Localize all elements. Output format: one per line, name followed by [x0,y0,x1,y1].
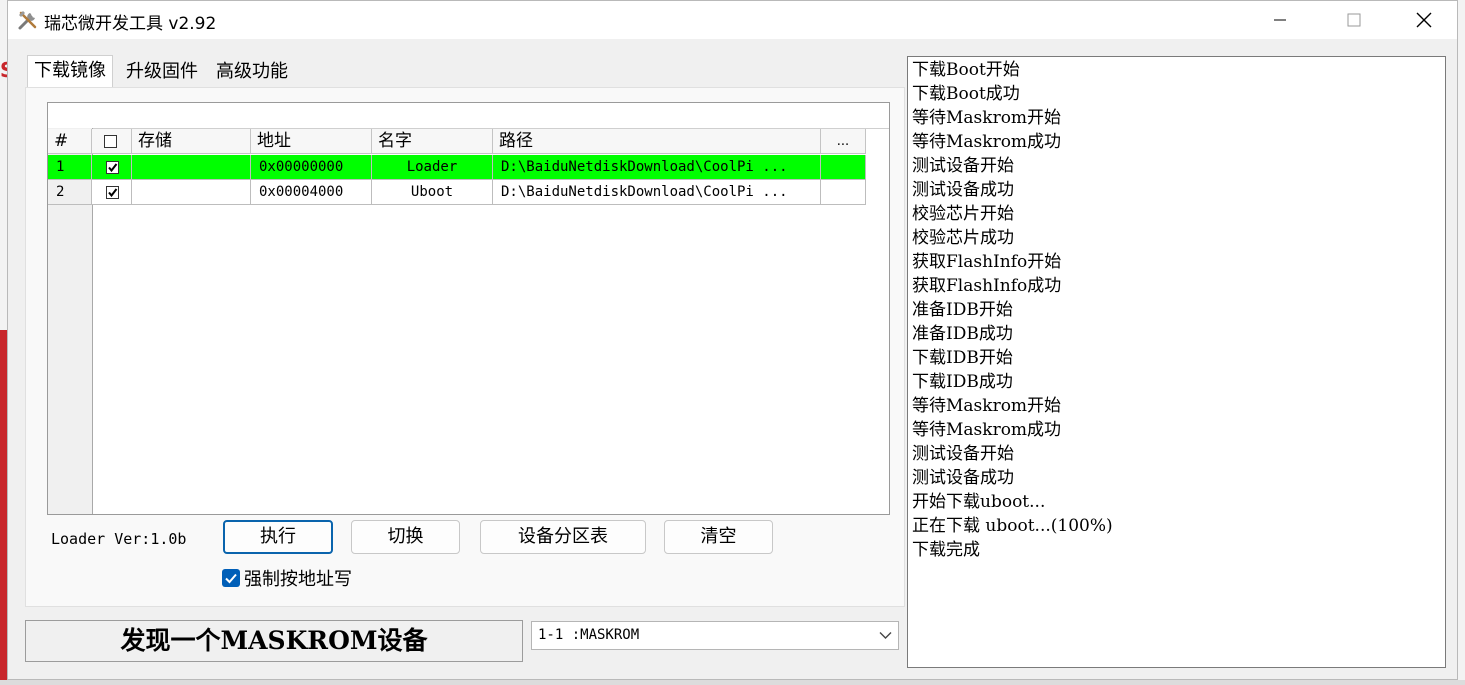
tab-upgrade-firmware[interactable]: 升级固件 [120,57,204,87]
checkmark-icon [225,573,237,584]
log-line: 下载IDB成功 [912,372,1013,392]
log-line: 测试设备成功 [912,468,1014,488]
column-header-storage[interactable]: 存储 [132,129,251,154]
execute-button[interactable]: 执行 [223,520,333,554]
row-address[interactable]: 0x00004000 [251,180,372,205]
force-address-write-label: 强制按地址写 [244,569,352,590]
log-line: 下载完成 [912,540,980,560]
row-checkbox[interactable] [106,161,119,174]
column-header-more[interactable]: ... [821,129,866,154]
row-browse-cell[interactable] [821,180,866,205]
row-path[interactable]: D:\BaiduNetdiskDownload\CoolPi ... [493,155,821,180]
background-fragment [0,330,7,685]
device-select[interactable]: 1-1 :MASKROM [531,621,899,650]
device-status-text: 发现一个MASKROM设备 [25,620,523,662]
clear-button[interactable]: 清空 [664,520,773,554]
image-list-table[interactable]: # 存储 地址 名字 路径 ... 1 0x00000000 Loader D:… [47,102,890,515]
column-header-index[interactable]: # [48,129,92,154]
row-storage [132,180,251,205]
maximize-button[interactable] [1320,1,1388,39]
app-window: 瑞芯微开发工具 v2.92 下载镜像 升级固件 高级功能 # 存储 地址 名字 … [7,0,1458,680]
row-path[interactable]: D:\BaiduNetdiskDownload\CoolPi ... [493,180,821,205]
log-line: 下载IDB开始 [912,348,1013,368]
maximize-icon [1347,13,1361,27]
log-line: 等待Maskrom开始 [912,396,1062,416]
tab-advanced[interactable]: 高级功能 [210,57,294,87]
app-tools-icon [18,11,37,30]
tab-download-image[interactable]: 下载镜像 [27,55,113,89]
row-index: 1 [48,155,92,180]
log-line: 测试设备开始 [912,444,1014,464]
minimize-icon [1274,19,1286,21]
log-line: 校验芯片成功 [912,228,1014,248]
row-browse-cell[interactable] [821,155,866,180]
window-title: 瑞芯微开发工具 v2.92 [44,14,217,34]
force-address-write-checkbox[interactable] [222,569,240,587]
row-checkbox-cell[interactable] [92,155,132,180]
row-index: 2 [48,180,92,205]
log-output[interactable]: 下载Boot开始 下载Boot成功等待Maskrom开始 等待Maskrom成功 测试… [907,56,1446,668]
switch-button[interactable]: 切换 [351,520,460,554]
log-line: 测试设备开始 [912,156,1014,176]
minimize-button[interactable] [1246,1,1314,39]
log-line: 准备IDB成功 [912,324,1013,344]
row-checkbox[interactable] [106,186,119,199]
column-header-path[interactable]: 路径 [493,129,821,154]
loader-version-label: Loader Ver:1.0b [51,530,187,548]
column-header-select-all[interactable] [92,129,132,154]
log-line: 测试设备成功 [912,180,1014,200]
table-top-bar [48,103,889,129]
partition-table-button[interactable]: 设备分区表 [480,520,646,554]
checkmark-icon [108,163,118,173]
row-name[interactable]: Loader [372,155,493,180]
log-line: 正在下载 uboot...(100%) [912,516,1113,536]
log-line: 校验芯片开始 [912,204,1014,224]
select-all-checkbox[interactable] [104,135,117,148]
title-bar[interactable]: 瑞芯微开发工具 v2.92 [8,1,1457,39]
chevron-down-icon [879,632,892,639]
row-address[interactable]: 0x00000000 [251,155,372,180]
background-window-edge [0,680,1465,685]
log-line: 等待Maskrom开始 [912,108,1062,128]
log-line: 下载Boot开始 [912,60,1020,80]
column-header-address[interactable]: 地址 [251,129,372,154]
row-checkbox-cell[interactable] [92,180,132,205]
force-address-write-option[interactable]: 强制按地址写 [222,567,352,590]
log-line: 获取FlashInfo成功 [912,276,1062,296]
log-line: 准备IDB开始 [912,300,1013,320]
log-line: 获取FlashInfo开始 [912,252,1062,272]
log-line: 等待Maskrom成功 [912,420,1062,440]
background-window-edge [1457,0,1465,685]
close-icon [1416,12,1432,28]
log-line: 下载Boot成功 [912,84,1020,104]
row-storage [132,155,251,180]
log-line: 开始下载uboot... [912,492,1046,512]
device-select-value: 1-1 :MASKROM [538,627,640,643]
checkmark-icon [108,188,118,198]
row-name[interactable]: Uboot [372,180,493,205]
column-header-name[interactable]: 名字 [372,129,493,154]
log-line: 等待Maskrom成功 [912,132,1062,152]
close-button[interactable] [1390,1,1458,39]
